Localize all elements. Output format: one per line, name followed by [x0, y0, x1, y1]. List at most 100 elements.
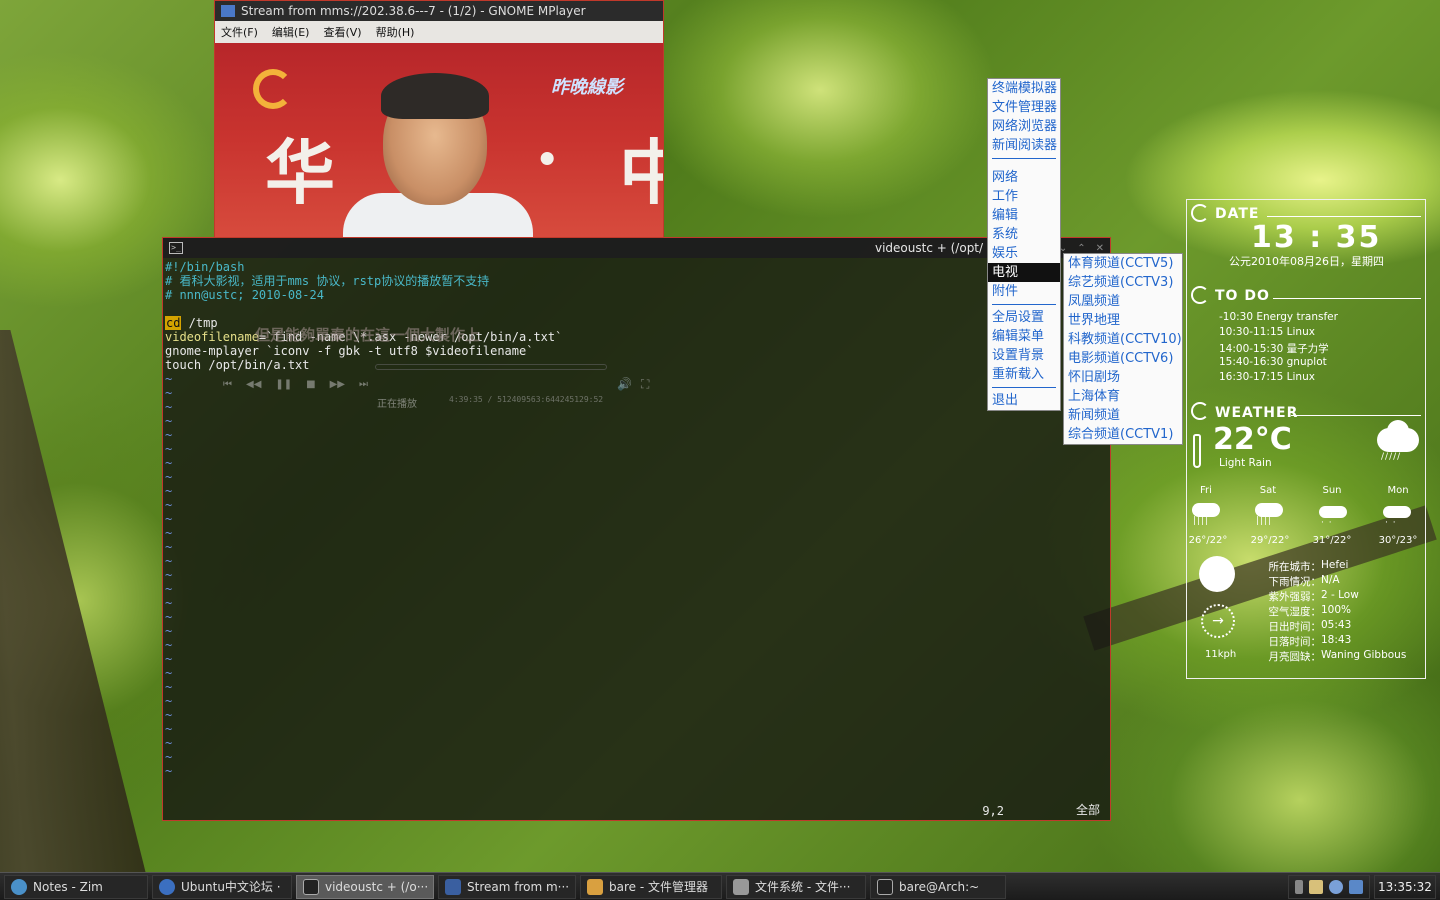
pause-icon[interactable]: ❚❚ [275, 379, 292, 390]
menu-file[interactable]: 文件(F) [221, 24, 258, 40]
info-label: 日落时间： [1268, 636, 1322, 648]
info-value: Waning Gibbous [1321, 649, 1407, 661]
tv-channel-item[interactable]: 上海体育 [1064, 387, 1182, 406]
tv-channel-item[interactable]: 新闻频道 [1064, 406, 1182, 425]
battery-icon[interactable] [1295, 880, 1303, 894]
divider [1273, 298, 1421, 299]
tv-channel-item[interactable]: 综合频道(CCTV1) [1064, 425, 1182, 444]
info-label: 所在城市： [1268, 561, 1322, 573]
script-line [165, 302, 1108, 316]
clock-time: 13 : 35 [1251, 220, 1382, 255]
todo-item: 10:30-11:15 Linux [1219, 326, 1315, 338]
mplayer-window[interactable]: Stream from mms://202.38.6---7 - (1/2) -… [214, 0, 664, 237]
menu-item-accessories[interactable]: 附件 [988, 282, 1060, 301]
display-icon[interactable] [1349, 880, 1363, 894]
tv-channel-item[interactable]: 综艺频道(CCTV3) [1064, 273, 1182, 292]
menu-item-entertainment[interactable]: 娱乐 [988, 244, 1060, 263]
menu-view[interactable]: 查看(V) [323, 24, 361, 40]
date-ring-icon [1191, 204, 1209, 222]
cd-path: /tmp [181, 316, 218, 330]
menu-item-work[interactable]: 工作 [988, 187, 1060, 206]
script-line: gnome-mplayer `iconv -f gbk -t utf8 $vid… [165, 344, 534, 358]
todo-heading: TO DO [1215, 288, 1270, 304]
vim-tilde: ~ [165, 470, 173, 484]
task-button[interactable]: bare - 文件管理器 [580, 874, 722, 899]
mplayer-icon [445, 878, 461, 895]
task-label: 文件系统 - 文件··· [755, 880, 851, 894]
vim-tilde: ~ [165, 498, 173, 512]
menu-item-terminal[interactable]: 终端模拟器 [988, 79, 1060, 98]
taskbar-clock[interactable]: 13:35:32 [1374, 875, 1436, 899]
maximize-icon[interactable]: ⌃ [1077, 243, 1085, 254]
vim-tilde: ~ [165, 484, 173, 498]
menu-item-global-settings[interactable]: 全局设置 [988, 308, 1060, 327]
tv-channel-item[interactable]: 体育频道(CCTV5) [1064, 254, 1182, 273]
close-icon[interactable]: ✕ [1096, 243, 1104, 254]
wallpaper-trunk [0, 330, 150, 890]
task-button[interactable]: videoustc + (/o··· [296, 874, 434, 899]
tv-channel-item[interactable]: 电影频道(CCTV6) [1064, 349, 1182, 368]
zim-icon [11, 878, 27, 895]
menu-item-browser[interactable]: 网络浏览器 [988, 117, 1060, 136]
vim-tilde: ~ [165, 750, 173, 764]
variable-name: videofilename [165, 330, 259, 344]
task-button[interactable]: bare@Arch:~ [870, 874, 1006, 899]
system-tray [1288, 875, 1370, 899]
seek-bar[interactable] [375, 364, 607, 370]
forecast-temp: 29°/22° [1250, 535, 1290, 546]
rewind-icon[interactable]: ◀◀ [246, 379, 261, 390]
menu-item-file-manager[interactable]: 文件管理器 [988, 98, 1060, 117]
skip-forward-icon[interactable]: ⏭ [359, 379, 368, 390]
info-label: 下雨情况： [1268, 576, 1322, 588]
video-frame[interactable]: 昨晚線影 华 · 中 [215, 43, 663, 237]
weather-heading: WEATHER [1215, 405, 1299, 421]
menu-item-set-background[interactable]: 设置背景 [988, 346, 1060, 365]
notes-tray-icon[interactable] [1309, 880, 1323, 894]
tv-channel-item[interactable]: 怀旧剧场 [1064, 368, 1182, 387]
stop-icon[interactable]: ■ [306, 379, 315, 390]
conky-panel: DATE 13 : 35 公元2010年08月26日，星期四 TO DO -10… [1186, 199, 1426, 679]
forecast-temp: 30°/23° [1378, 535, 1418, 546]
tv-channel-item[interactable]: 科教频道(CCTV10) [1064, 330, 1182, 349]
folder-icon [587, 878, 603, 895]
menu-edit[interactable]: 编辑(E) [272, 24, 310, 40]
skip-back-icon[interactable]: ⏮ [223, 379, 232, 390]
forward-icon[interactable]: ▶▶ [330, 379, 345, 390]
current-condition: Light Rain [1219, 457, 1272, 469]
video-brand: 昨晚線影 [551, 77, 623, 98]
volume-icon[interactable]: 🔊 [617, 377, 632, 391]
menu-item-exit[interactable]: 退出 [988, 391, 1060, 410]
task-button[interactable]: Stream from m··· [438, 874, 576, 899]
vim-tilde: ~ [165, 554, 173, 568]
menu-item-system[interactable]: 系统 [988, 225, 1060, 244]
menu-item-tv[interactable]: 电视 [988, 263, 1060, 282]
mplayer-controls[interactable]: ⏮ ◀◀ ❚❚ ■ ▶▶ ⏭ 正在播放 4:39:35 / 512409563:… [215, 357, 663, 413]
window-controls: ⌄ ⌃ ✕ [1059, 243, 1104, 254]
tv-channel-item[interactable]: 凤凰频道 [1064, 292, 1182, 311]
taskbar: Notes - Zim Ubuntu中文论坛 · videoustc + (/o… [0, 872, 1440, 900]
task-label: bare@Arch:~ [899, 879, 980, 894]
task-button[interactable]: Notes - Zim [4, 874, 148, 899]
vim-tilde: ~ [165, 694, 173, 708]
mplayer-title: Stream from mms://202.38.6---7 - (1/2) -… [241, 4, 586, 18]
user-icon[interactable] [1329, 880, 1343, 894]
todo-item: 14:00-15:30 量子力学 [1219, 343, 1329, 355]
info-value: 2 - Low [1321, 589, 1359, 601]
menu-item-edit-menu[interactable]: 编辑菜单 [988, 327, 1060, 346]
terminal-titlebar[interactable]: >_ videoustc + (/opt/ ⌄ ⌃ ✕ [163, 238, 1110, 258]
fullscreen-icon[interactable]: ⛶ [641, 377, 649, 392]
menu-item-reload[interactable]: 重新载入 [988, 365, 1060, 384]
root-menu: 终端模拟器 文件管理器 网络浏览器 新闻阅读器 网络 工作 编辑 系统 娱乐 电… [987, 78, 1061, 411]
menu-help[interactable]: 帮助(H) [376, 24, 415, 40]
menu-item-edit[interactable]: 编辑 [988, 206, 1060, 225]
terminal-window[interactable]: >_ videoustc + (/opt/ ⌄ ⌃ ✕ #!/bin/bash … [162, 237, 1111, 821]
menu-item-network[interactable]: 网络 [988, 168, 1060, 187]
vim-tilde: ~ [165, 764, 173, 778]
task-button[interactable]: Ubuntu中文论坛 · [152, 874, 292, 899]
menu-item-news-reader[interactable]: 新闻阅读器 [988, 136, 1060, 155]
mplayer-titlebar[interactable]: Stream from mms://202.38.6---7 - (1/2) -… [215, 1, 663, 21]
script-line: # 看科大影视，适用于mms 协议，rstp协议的播放暂不支持 [165, 274, 490, 288]
tv-channel-item[interactable]: 世界地理 [1064, 311, 1182, 330]
task-button[interactable]: 文件系统 - 文件··· [726, 874, 866, 899]
info-label: 紫外强弱： [1268, 591, 1322, 603]
